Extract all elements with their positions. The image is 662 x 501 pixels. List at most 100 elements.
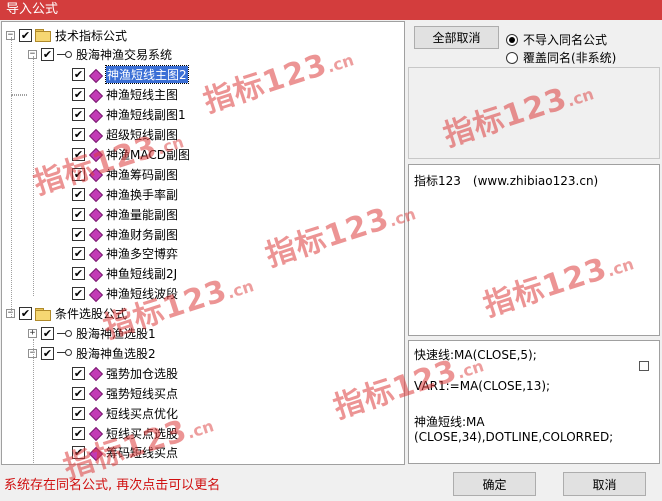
tree-item[interactable]: ✔ 神渔量能副图 (72, 204, 178, 224)
tree-item-checkbox[interactable]: ✔ (72, 426, 85, 440)
code-line: VAR1:=MA(CLOSE,13); (414, 379, 551, 393)
tree-item-checkbox[interactable]: ✔ (72, 88, 85, 102)
tree-item[interactable]: ✔ 筹码短线买点 (72, 443, 178, 463)
tree-item[interactable]: ✔ 神渔短线波段 (72, 284, 178, 304)
code-line: (CLOSE,34),DOTLINE,COLORRED; (414, 430, 614, 444)
tree-item[interactable]: − ✔ 股海神鱼选股2 (28, 343, 156, 363)
tree-item-label: 短线买点优化 (106, 406, 179, 421)
tree-item[interactable]: − ✔ 股海神渔交易系统 (28, 45, 172, 65)
tree-item-checkbox[interactable]: ✔ (72, 68, 85, 82)
radio-no-import-same-label: 不导入同名公式 (523, 33, 608, 47)
tree-item[interactable]: ✔ 神渔短线主图 (72, 85, 178, 105)
formula-icon (88, 287, 102, 301)
code-line: 快速线:MA(CLOSE,5); (414, 348, 537, 362)
formula-icon (88, 68, 102, 82)
tree-item-label: 神渔短线波段 (106, 287, 179, 302)
formula-icon (88, 207, 102, 221)
tree-item-label: 技术指标公式 (55, 28, 128, 43)
tree-item-checkbox[interactable]: ✔ (19, 307, 32, 321)
tree-item[interactable]: ✔ 神渔多空博弈 (72, 244, 178, 264)
tree-item[interactable]: ✔ 强势短线买点 (72, 383, 178, 403)
tree-item[interactable]: ✔ 神渔筹码副图 (72, 164, 178, 184)
radio-no-import-same[interactable]: 不导入同名公式 (506, 31, 607, 48)
key-icon (57, 348, 73, 358)
cancel-all-button[interactable]: 全部取消 (414, 26, 499, 49)
formula-tree[interactable]: − ✔ 技术指标公式 − ✔ 股海神渔交易系统 ✔ 神渔短线主图2 ✔ 神渔短线主图 ✔ 神渔短线副图… (1, 21, 405, 465)
ok-button[interactable]: 确定 (453, 472, 536, 496)
tree-item[interactable]: ✔ 神渔换手率副 (72, 184, 178, 204)
tree-item-checkbox[interactable]: ✔ (72, 108, 85, 122)
tree-item-checkbox[interactable]: ✔ (72, 207, 85, 221)
tree-item-checkbox[interactable]: ✔ (72, 446, 85, 460)
tree-item-checkbox[interactable]: ✔ (72, 386, 85, 400)
tree-item[interactable]: ✔ 神渔短线主图2 (72, 65, 189, 85)
tree-item-label: 强势短线买点 (106, 386, 179, 401)
status-message: 系统存在同名公式, 再次点击可以更名 (4, 478, 221, 493)
tree-guide-line (33, 339, 34, 464)
tree-item-label: 强势加仓选股 (106, 366, 179, 381)
tree-item-checkbox[interactable]: ✔ (72, 366, 85, 380)
formula-icon (88, 446, 102, 460)
radio-dot-icon[interactable] (506, 33, 518, 46)
tree-item[interactable]: ✔ 神鱼短线副2J (72, 264, 177, 284)
tree-item[interactable]: + ✔ 股海神渔选股1 (28, 324, 156, 344)
tree-item-label: 股海神渔交易系统 (76, 48, 173, 63)
tree-guide-line (33, 56, 34, 296)
tree-item-label: 神渔财务副图 (106, 227, 179, 242)
tree-item-label: 条件选股公式 (55, 307, 128, 322)
tree-item-label: 神渔换手率副 (106, 187, 179, 202)
options-panel (408, 67, 660, 159)
cancel-button[interactable]: 取消 (563, 472, 646, 496)
tree-guide-line (11, 37, 12, 317)
tree-item-label: 神渔多空博弈 (106, 247, 179, 262)
tree-item[interactable]: ✔ 强势加仓选股 (72, 363, 178, 383)
tree-item[interactable]: ✔ 短线买点选股 (72, 423, 178, 443)
formula-icon (88, 108, 102, 122)
folder-icon (35, 29, 51, 42)
expand-icon[interactable]: + (28, 329, 37, 338)
info-text: 指标123 (www.zhibiao123.cn) (414, 174, 599, 188)
tree-item-checkbox[interactable]: ✔ (72, 227, 85, 241)
tree-item[interactable]: − ✔ 条件选股公式 (6, 304, 127, 324)
formula-icon (88, 167, 102, 181)
key-icon (57, 329, 73, 339)
tree-item-checkbox[interactable]: ✔ (41, 48, 54, 62)
tree-item-checkbox[interactable]: ✔ (41, 346, 54, 360)
tree-item-label: 股海神鱼选股2 (76, 346, 156, 361)
tree-item-checkbox[interactable]: ✔ (72, 406, 85, 420)
info-panel: 指标123 (www.zhibiao123.cn) (408, 164, 660, 336)
tree-item[interactable]: ✔ 神渔短线副图1 (72, 105, 186, 125)
tree-item-label: 短线买点选股 (106, 426, 179, 441)
tree-item-label: 超级短线副图 (106, 128, 179, 142)
tree-item-checkbox[interactable]: ✔ (72, 147, 85, 161)
formula-icon (88, 247, 102, 261)
tree-item-checkbox[interactable]: ✔ (72, 287, 85, 301)
tree-item-checkbox[interactable]: ✔ (72, 247, 85, 261)
tree-item-label: 神鱼短线副2J (106, 267, 178, 282)
radio-dot-icon[interactable] (506, 51, 518, 64)
tree-item[interactable]: − ✔ 技术指标公式 (6, 25, 127, 45)
tree-item[interactable]: ✔ 短线买点优化 (72, 403, 178, 423)
formula-icon (88, 147, 102, 161)
key-icon (57, 50, 73, 60)
tree-item-label: 筹码短线买点 (106, 446, 179, 461)
code-panel[interactable]: 快速线:MA(CLOSE,5); VAR1:=MA(CLOSE,13); 神渔短… (408, 340, 660, 464)
radio-overwrite-same[interactable]: 覆盖同名(非系统) (506, 49, 616, 66)
formula-icon (88, 386, 102, 400)
formula-icon (88, 366, 102, 380)
formula-icon (88, 406, 102, 420)
tree-item[interactable]: ✔ 超级短线副图 (72, 125, 178, 145)
tree-item[interactable]: ✔ 神渔MACD副图 (72, 144, 190, 164)
tree-guide-line (11, 94, 27, 95)
tree-item-checkbox[interactable]: ✔ (41, 327, 54, 340)
formula-icon (88, 267, 102, 281)
tree-item-checkbox[interactable]: ✔ (19, 28, 32, 42)
scroll-box-icon[interactable] (639, 361, 649, 371)
tree-item-checkbox[interactable]: ✔ (72, 187, 85, 201)
tree-item-checkbox[interactable]: ✔ (72, 128, 85, 141)
tree-item[interactable]: ✔ 神渔财务副图 (72, 224, 178, 244)
tree-item-checkbox[interactable]: ✔ (72, 167, 85, 181)
tree-item-checkbox[interactable]: ✔ (72, 267, 85, 281)
tree-item-label: 神渔量能副图 (106, 207, 179, 222)
tree-item-label: 神渔短线主图2 (105, 65, 189, 85)
